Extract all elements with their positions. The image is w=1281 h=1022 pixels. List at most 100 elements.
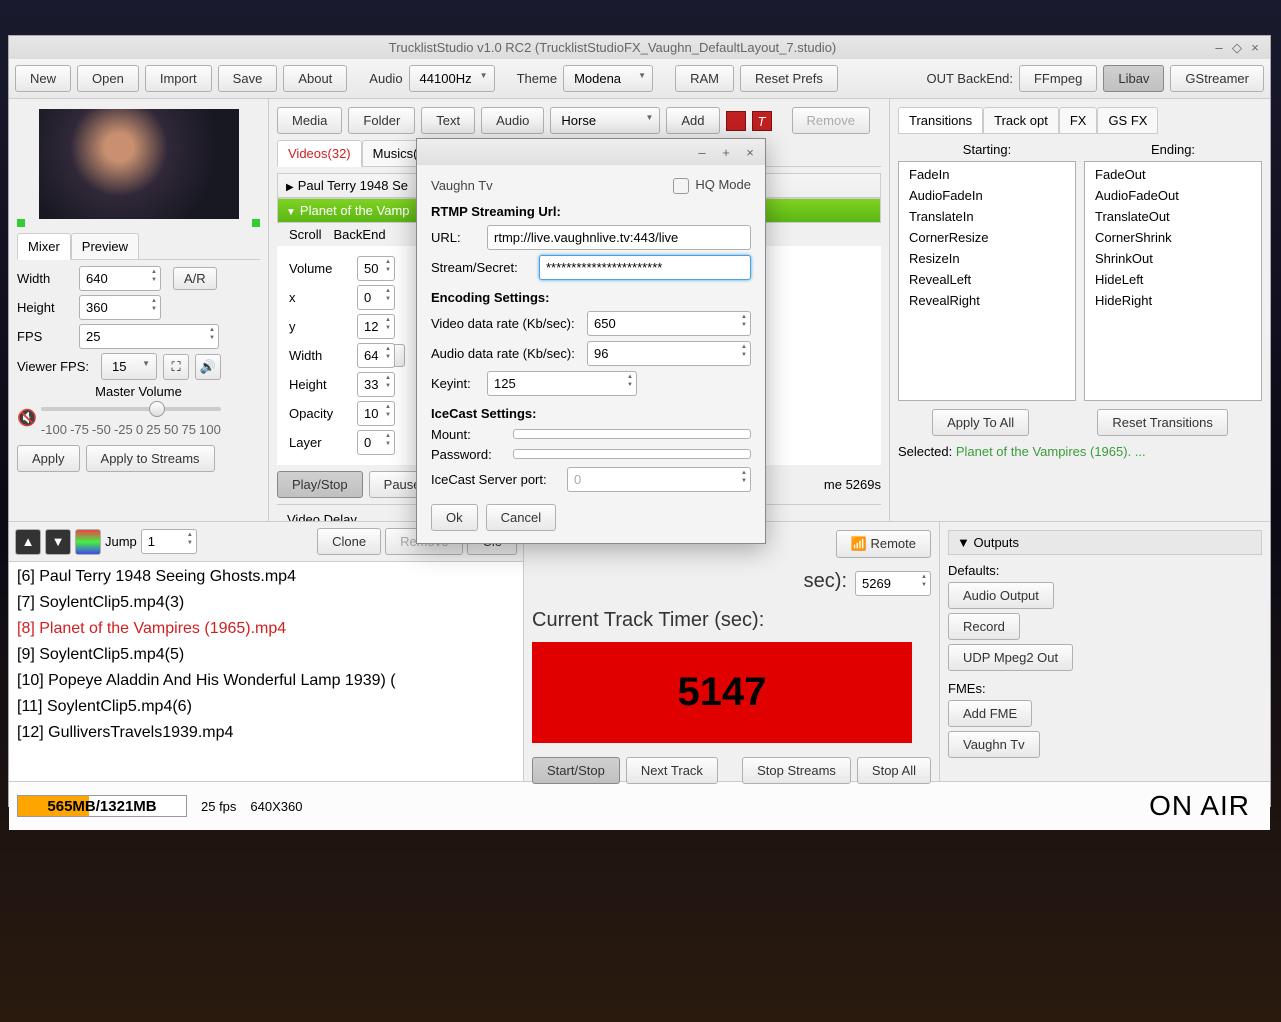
text-icon[interactable]: T bbox=[752, 111, 772, 131]
maximize-icon[interactable]: ◇ bbox=[1228, 40, 1246, 56]
trackopt-tab[interactable]: Track opt bbox=[983, 107, 1059, 134]
layer-spinner[interactable]: 0 bbox=[357, 430, 395, 455]
secret-input[interactable]: *********************** bbox=[539, 255, 751, 280]
list-item[interactable]: FadeOut bbox=[1087, 164, 1259, 185]
playlist-item[interactable]: [9] SoylentClip5.mp4(5) bbox=[9, 642, 523, 668]
jump-spinner[interactable]: 1 bbox=[141, 529, 197, 554]
folder-button[interactable]: Folder bbox=[348, 107, 415, 134]
list-item[interactable]: FadeIn bbox=[901, 164, 1073, 185]
audio-button[interactable]: Audio bbox=[481, 107, 544, 134]
record-button[interactable]: Record bbox=[948, 613, 1020, 640]
reset-transitions-button[interactable]: Reset Transitions bbox=[1097, 409, 1227, 436]
reset-prefs-button[interactable]: Reset Prefs bbox=[740, 65, 838, 92]
list-item[interactable]: CornerResize bbox=[901, 227, 1073, 248]
clone-button[interactable]: Clone bbox=[317, 528, 381, 555]
fullscreen-icon[interactable]: ⛶ bbox=[163, 354, 189, 380]
save-button[interactable]: Save bbox=[218, 65, 278, 92]
x-spinner[interactable]: 0 bbox=[357, 285, 395, 310]
h-spinner[interactable]: 33 bbox=[357, 372, 395, 397]
stop-all-button[interactable]: Stop All bbox=[857, 757, 931, 784]
keyint-spinner[interactable]: 125 bbox=[487, 371, 637, 396]
remote-button[interactable]: 📶 Remote bbox=[836, 530, 931, 558]
port-spinner[interactable]: 0 bbox=[567, 467, 751, 492]
list-item[interactable]: AudioFadeOut bbox=[1087, 185, 1259, 206]
dlg-maximize-icon[interactable]: + bbox=[717, 145, 735, 160]
gstreamer-button[interactable]: GStreamer bbox=[1170, 65, 1264, 92]
audio-output-button[interactable]: Audio Output bbox=[948, 582, 1054, 609]
theme-combo[interactable]: Modena bbox=[563, 65, 653, 92]
gsfx-tab[interactable]: GS FX bbox=[1097, 107, 1158, 134]
list-item[interactable]: HideLeft bbox=[1087, 269, 1259, 290]
cancel-button[interactable]: Cancel bbox=[486, 504, 556, 531]
speaker-icon[interactable]: 🔊 bbox=[195, 354, 221, 380]
move-down-icon[interactable]: ▼ bbox=[45, 529, 71, 555]
list-item[interactable]: ResizeIn bbox=[901, 248, 1073, 269]
master-volume-slider[interactable] bbox=[41, 407, 221, 411]
outputs-header[interactable]: ▼ Outputs bbox=[948, 530, 1262, 555]
add-button[interactable]: Add bbox=[666, 107, 719, 134]
dlg-close-icon[interactable]: × bbox=[741, 145, 759, 160]
playlist-item[interactable]: [8] Planet of the Vampires (1965).mp4 bbox=[9, 616, 523, 642]
total-spinner[interactable]: 5269 bbox=[855, 571, 931, 596]
start-stop-button[interactable]: Start/Stop bbox=[532, 757, 620, 784]
transitions-tab[interactable]: Transitions bbox=[898, 107, 983, 134]
apply-streams-button[interactable]: Apply to Streams bbox=[86, 445, 215, 472]
about-button[interactable]: About bbox=[283, 65, 347, 92]
mount-input[interactable] bbox=[513, 429, 751, 439]
ok-button[interactable]: Ok bbox=[431, 504, 478, 531]
list-item[interactable]: AudioFadeIn bbox=[901, 185, 1073, 206]
list-item[interactable]: HideRight bbox=[1087, 290, 1259, 311]
play-stop-button[interactable]: Play/Stop bbox=[277, 471, 363, 498]
remove-button[interactable]: Remove bbox=[792, 107, 870, 134]
audio-rate-combo[interactable]: 44100Hz bbox=[409, 65, 495, 92]
scroll-tab[interactable]: Scroll bbox=[289, 227, 322, 242]
fx-tab[interactable]: FX bbox=[1059, 107, 1098, 134]
list-item[interactable]: TranslateIn bbox=[901, 206, 1073, 227]
add-fme-button[interactable]: Add FME bbox=[948, 700, 1032, 727]
ending-listbox[interactable]: FadeOutAudioFadeOutTranslateOutCornerShr… bbox=[1084, 161, 1262, 401]
list-item[interactable]: ShrinkOut bbox=[1087, 248, 1259, 269]
vaughn-tv-button[interactable]: Vaughn Tv bbox=[948, 731, 1040, 758]
w-spinner[interactable]: 64 bbox=[357, 343, 395, 368]
vrate-spinner[interactable]: 650 bbox=[587, 311, 751, 336]
ar-button[interactable]: A/R bbox=[173, 267, 217, 290]
hq-mode-checkbox[interactable]: HQ Mode bbox=[673, 177, 751, 194]
ram-button[interactable]: RAM bbox=[675, 65, 734, 92]
media-button[interactable]: Media bbox=[277, 107, 342, 134]
udp-button[interactable]: UDP Mpeg2 Out bbox=[948, 644, 1073, 671]
list-item[interactable]: RevealLeft bbox=[901, 269, 1073, 290]
playlist-item[interactable]: [12] GulliversTravels1939.mp4 bbox=[9, 720, 523, 746]
anim-combo[interactable]: Horse bbox=[550, 107, 660, 134]
stop-streams-button[interactable]: Stop Streams bbox=[742, 757, 851, 784]
dlg-minimize-icon[interactable]: – bbox=[693, 145, 711, 160]
preview-tab[interactable]: Preview bbox=[71, 233, 139, 259]
text-button[interactable]: Text bbox=[421, 107, 475, 134]
move-up-icon[interactable]: ▲ bbox=[15, 529, 41, 555]
close-icon[interactable]: × bbox=[1246, 40, 1264, 55]
playlist-item[interactable]: [6] Paul Terry 1948 Seeing Ghosts.mp4 bbox=[9, 564, 523, 590]
url-input[interactable]: rtmp://live.vaughnlive.tv:443/live bbox=[487, 225, 751, 250]
fps-spinner[interactable]: 25 bbox=[79, 324, 219, 349]
apply-button[interactable]: Apply bbox=[17, 445, 80, 472]
password-input[interactable] bbox=[513, 449, 751, 459]
height-spinner[interactable]: 360 bbox=[79, 295, 161, 320]
arate-spinner[interactable]: 96 bbox=[587, 341, 751, 366]
playlist-item[interactable]: [7] SoylentClip5.mp4(3) bbox=[9, 590, 523, 616]
viewer-fps-combo[interactable]: 15 bbox=[101, 353, 157, 380]
playlist-item[interactable]: [10] Popeye Aladdin And His Wonderful La… bbox=[9, 668, 523, 694]
minimize-icon[interactable]: – bbox=[1210, 40, 1228, 55]
mixer-tab[interactable]: Mixer bbox=[17, 233, 71, 260]
list-icon[interactable] bbox=[75, 529, 101, 555]
starting-listbox[interactable]: FadeInAudioFadeInTranslateInCornerResize… bbox=[898, 161, 1076, 401]
y-spinner[interactable]: 12 bbox=[357, 314, 395, 339]
videos-tab[interactable]: Videos(32) bbox=[277, 140, 362, 167]
open-button[interactable]: Open bbox=[77, 65, 139, 92]
volume-spinner[interactable]: 50 bbox=[357, 256, 395, 281]
ffmpeg-button[interactable]: FFmpeg bbox=[1019, 65, 1097, 92]
libav-button[interactable]: Libav bbox=[1103, 65, 1164, 92]
playlist-item[interactable]: [11] SoylentClip5.mp4(6) bbox=[9, 694, 523, 720]
new-button[interactable]: New bbox=[15, 65, 71, 92]
opacity-spinner[interactable]: 10 bbox=[357, 401, 395, 426]
playlist[interactable]: [6] Paul Terry 1948 Seeing Ghosts.mp4[7]… bbox=[9, 562, 523, 781]
list-item[interactable]: CornerShrink bbox=[1087, 227, 1259, 248]
